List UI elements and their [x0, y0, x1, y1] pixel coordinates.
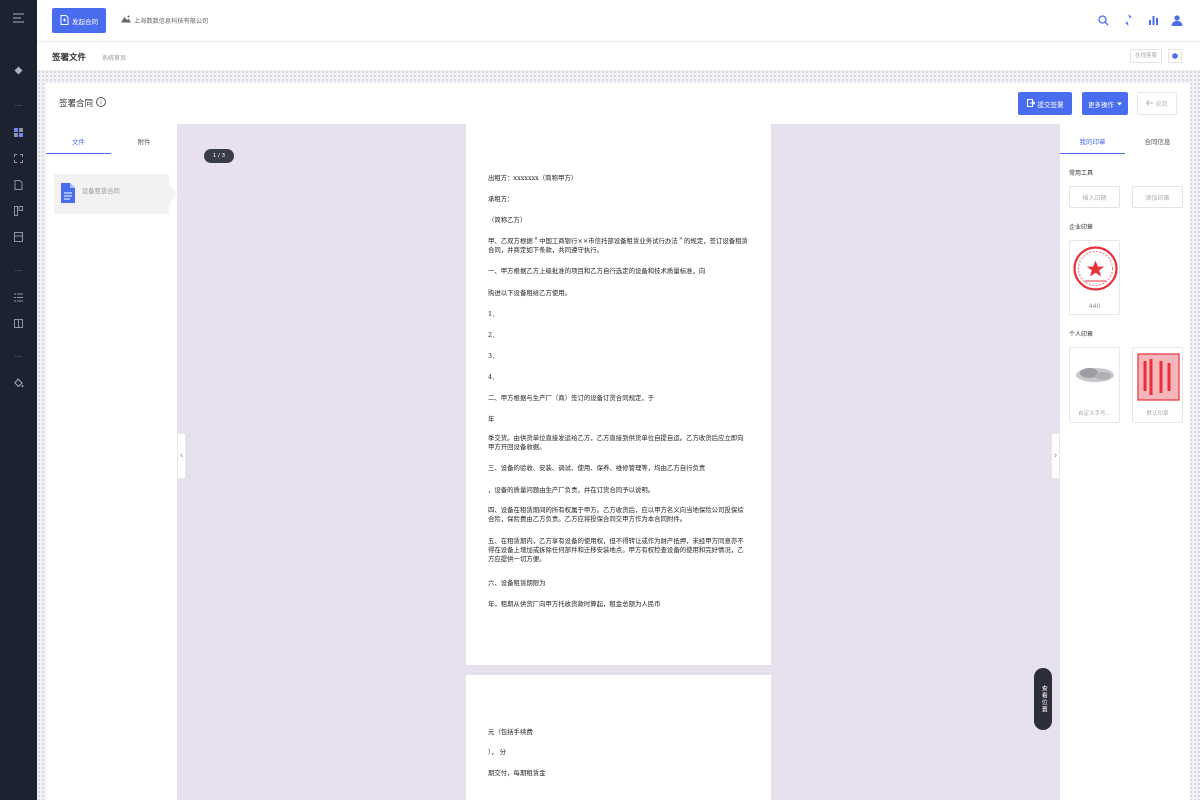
template-icon[interactable] [11, 203, 26, 218]
collapse-left-handle[interactable]: ‹ [177, 433, 186, 479]
handwritten-seal-name: 自定义手写... [1078, 411, 1111, 417]
dashboard-icon[interactable] [11, 125, 26, 140]
company-seal-name: 440 [1088, 303, 1101, 310]
tab-attachments[interactable]: 附件 [111, 136, 177, 146]
more-actions-button[interactable]: 更多操作 [1082, 92, 1128, 115]
book-icon[interactable] [11, 316, 26, 331]
back-arrow-icon [1146, 99, 1154, 108]
doc-line: 承租方： [488, 195, 514, 203]
tab-my-seals[interactable]: 我的印章 [1060, 136, 1125, 146]
doc-line: 元（包括手续费 [488, 728, 533, 736]
company-seal-label: 企业印章 [1069, 224, 1094, 231]
scan-icon[interactable] [11, 151, 26, 166]
start-contract-button[interactable]: 发起合同 [52, 8, 106, 33]
sign-contract-card: 签署合同 i 提交签署 更多操作 返回 文件 附件 设备租赁合同 1 / 3 出… [46, 83, 1190, 800]
doc-line: 二、甲方根据与生产厂（商）签订的设备订货合同规定，于 [488, 394, 655, 402]
back-label: 返回 [1155, 101, 1168, 108]
doc-line: 2． [488, 331, 499, 339]
start-contract-label: 发起合同 [72, 17, 98, 26]
doc-line: ）， 分 [488, 748, 507, 756]
doc-line: 年，租期从供货厂向甲方托收货款时算起，租金总额为人民币 [488, 600, 661, 608]
page-title: 签署文件 [52, 53, 87, 63]
doc-line: 五、在租赁期内，乙方享有设备的使用权，但不得转让或作为财产抵押，未经甲方同意亦不… [488, 537, 744, 563]
common-tools-label: 常用工具 [1069, 170, 1094, 177]
tab-contract-info[interactable]: 合同信息 [1125, 136, 1190, 146]
home-icon[interactable] [11, 63, 26, 78]
default-seal-card[interactable]: 默认印章 [1132, 347, 1183, 423]
doc-line: 季交货。由供货单位直接发运给乙方，乙方直接到供货单位自提自运。乙方收货后应立即向… [488, 434, 744, 451]
chevron-down-icon [1117, 100, 1122, 108]
doc-line: 1． [488, 310, 499, 318]
doc-line: 四、设备在租赁期间的所有权属于甲方。乙方收货后，应以甲方名义向当地保险公司投保综… [488, 506, 744, 523]
top-bar: 发起合同 上海数数信息科技有限公司 [37, 0, 1200, 42]
add-seal-button[interactable]: 添加印章 [1132, 186, 1183, 208]
chart-icon[interactable] [1146, 13, 1160, 27]
folder-icon[interactable] [11, 229, 26, 244]
sub-nav: 签署文件 系统首页 在线客服 [37, 42, 1200, 70]
doc-line: 六、设备租赁期限为 [488, 579, 546, 587]
doc-line: （简称乙方） [488, 216, 527, 224]
page-indicator: 1 / 3 [204, 149, 234, 163]
doc-line: 一、甲方根据乙方上级批准的项目和乙方自行选定的设备和技术质量标准，向 [488, 267, 706, 275]
insert-date-button[interactable]: 插入日期 [1069, 186, 1120, 208]
doc-line: 4． [488, 373, 499, 381]
company-seal-card[interactable]: 440 [1069, 240, 1120, 315]
company-seal-image [1073, 246, 1118, 293]
doc-line: ，设备的质量问题由生产厂负责，并在订货合同予以说明。 [488, 486, 655, 494]
transfer-icon[interactable] [1121, 13, 1135, 27]
locate-position-button[interactable]: 查看位置 [1034, 668, 1052, 730]
doc-line: 出租方：xxxxxxx（简称甲方） [488, 174, 578, 182]
chevron-right-icon: › [1053, 451, 1058, 461]
chevron-left-icon: ‹ [179, 451, 184, 461]
tab-underline [46, 153, 111, 154]
default-seal-name: 默认印章 [1146, 411, 1169, 417]
doc-line: 三、设备的验收、安装、调试、使用、保养、维修管理等，均由乙方自行负责 [488, 464, 706, 472]
doc-line: 期交付，每期租赁金 [488, 769, 546, 777]
personal-seal-label: 个人印章 [1069, 331, 1094, 338]
file-doc-icon [61, 183, 75, 205]
collapse-right-handle[interactable]: › [1051, 433, 1060, 479]
doc-line: 购进以下设备租给乙方使用。 [488, 289, 572, 297]
handwritten-signature-image [1073, 360, 1118, 392]
search-icon[interactable] [1096, 13, 1110, 27]
document-page-1: 出租方：xxxxxxx（简称甲方） 承租方： （简称乙方） 甲、乙双方根据＂中国… [466, 124, 771, 665]
card-title: 签署合同 [59, 99, 94, 109]
submit-icon [1026, 98, 1035, 109]
document-page-2: 元（包括手续费 ）， 分 期交付，每期租赁金 [466, 675, 771, 800]
online-service-tag[interactable]: 在线客服 [1130, 49, 1163, 63]
doc-line: 3． [488, 352, 499, 360]
submit-sign-button[interactable]: 提交签署 [1018, 92, 1072, 115]
handwritten-seal-card[interactable]: 自定义手写... [1069, 347, 1120, 423]
document-viewer[interactable]: 1 / 3 出租方：xxxxxxx（简称甲方） 承租方： （简称乙方） 甲、乙双… [177, 124, 1061, 800]
help-icon[interactable]: i [96, 97, 106, 107]
submit-sign-label: 提交签署 [1037, 100, 1064, 109]
locate-position-label: 查看位置 [1040, 685, 1048, 713]
file-item[interactable]: 设备租赁合同 [54, 174, 169, 214]
file-plus-icon [60, 14, 69, 27]
document-icon[interactable] [11, 177, 26, 192]
more-actions-label: 更多操作 [1088, 100, 1114, 109]
seal-panel: 我的印章 合同信息 常用工具 插入日期 添加印章 企业印章 440 个人印章 自… [1060, 124, 1190, 800]
left-sidebar [0, 0, 37, 800]
user-icon[interactable] [1170, 13, 1184, 27]
breadcrumb[interactable]: 系统首页 [102, 53, 126, 62]
default-seal-image [1137, 353, 1180, 403]
paint-bucket-icon[interactable] [11, 375, 26, 390]
back-button[interactable]: 返回 [1137, 92, 1177, 115]
file-name: 设备租赁合同 [82, 188, 120, 195]
tab-underline [1060, 153, 1125, 154]
doc-line: 年 [488, 415, 495, 423]
info-icon[interactable] [1168, 49, 1182, 63]
tab-files[interactable]: 文件 [46, 136, 111, 146]
list-icon[interactable] [11, 290, 26, 305]
file-panel: 文件 附件 设备租赁合同 [46, 124, 177, 800]
mountain-icon [121, 15, 131, 25]
menu-icon[interactable] [11, 10, 26, 25]
company-name[interactable]: 上海数数信息科技有限公司 [134, 16, 208, 25]
card-header: 签署合同 i 提交签署 更多操作 返回 [46, 83, 1190, 124]
doc-line: 甲、乙双方根据＂中国工商银行××市信托部设备租赁业务试行办法＂的规定，签订设备租… [488, 237, 748, 254]
